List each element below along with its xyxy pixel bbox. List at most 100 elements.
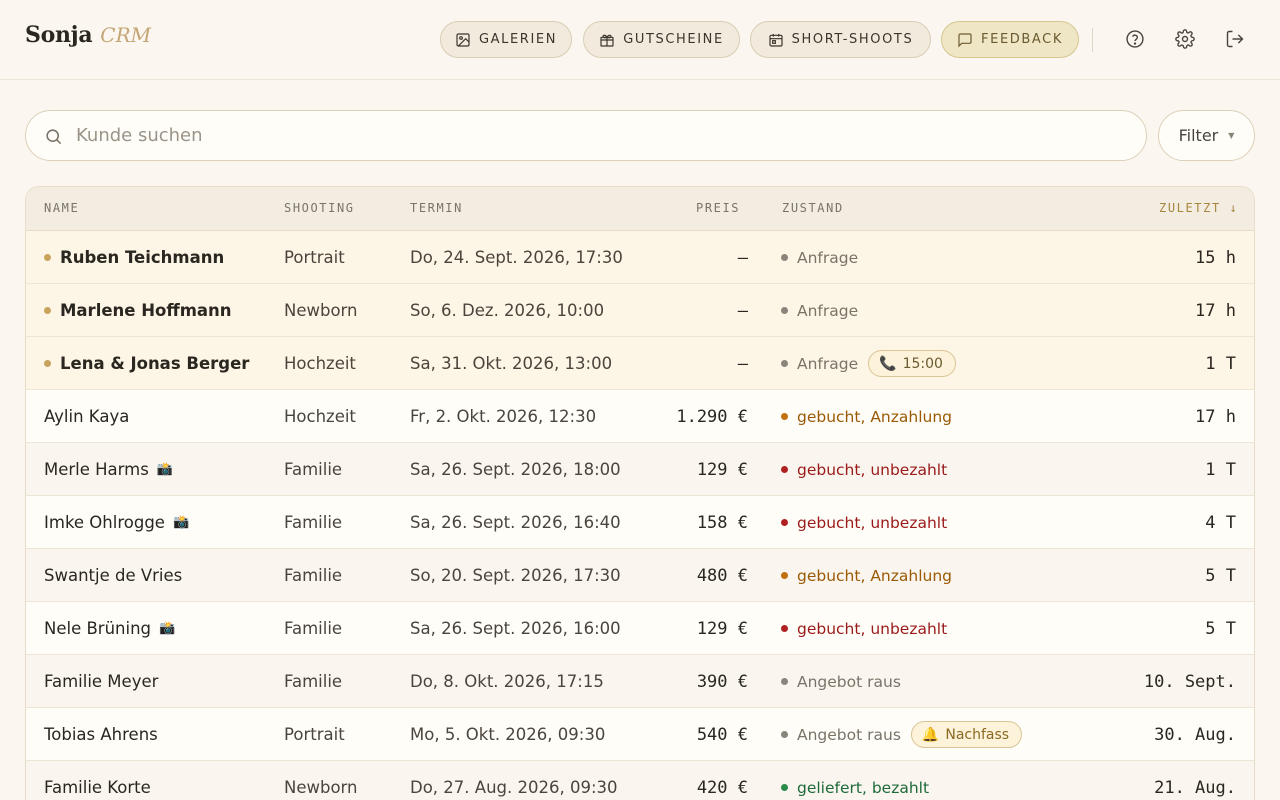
- cell-preis: 480 €: [696, 565, 748, 586]
- table-row[interactable]: Lena & Jonas Berger Hochzeit Sa, 31. Okt. …: [26, 337, 1254, 390]
- table-row[interactable]: Nele Brüning 📸 Familie Sa, 26. Sept. 2026, …: [26, 602, 1254, 655]
- nav-galerien-button[interactable]: GALERIEN: [440, 21, 572, 58]
- table-row[interactable]: Familie Korte Newborn Do, 27. Aug. 2026, 0…: [26, 761, 1254, 800]
- table-row[interactable]: Imke Ohlrogge 📸 Familie Sa, 26. Sept. 2026,…: [26, 496, 1254, 549]
- cell-shooting: Familie: [284, 513, 343, 532]
- cell-shooting: Newborn: [284, 778, 358, 797]
- cell-preis: 129 €: [696, 459, 748, 480]
- chip-label: 15:00: [902, 355, 943, 372]
- status-dot: [781, 784, 788, 791]
- cell-shooting: Familie: [284, 619, 343, 638]
- status-dot: [781, 413, 788, 420]
- chip-label: Nachfass: [945, 726, 1010, 743]
- call-reminder-chip[interactable]: 📞 15:00: [868, 350, 956, 377]
- camera-icon: 📸: [156, 462, 174, 477]
- phone-icon: 📞: [879, 355, 897, 372]
- cell-shooting: Portrait: [284, 725, 345, 744]
- cell-preis: 420 €: [696, 777, 748, 798]
- cell-name: Familie Korte: [44, 761, 151, 800]
- filter-label: Filter: [1178, 126, 1219, 145]
- cell-preis: —: [737, 247, 748, 268]
- cell-termin: Do, 27. Aug. 2026, 09:30: [410, 778, 618, 797]
- cell-zuletzt: 30. Aug.: [1154, 724, 1236, 745]
- column-header-shooting[interactable]: SHOOTING: [284, 201, 355, 215]
- customer-name: Merle Harms: [44, 460, 149, 479]
- cell-termin: Mo, 5. Okt. 2026, 09:30: [410, 725, 606, 744]
- nav-short-shoots-label: SHORT-SHOOTS: [791, 32, 914, 47]
- settings-button[interactable]: [1174, 28, 1196, 50]
- cell-name: Familie Meyer: [44, 655, 158, 708]
- column-header-preis[interactable]: PREIS: [696, 201, 740, 215]
- nav-short-shoots-button[interactable]: SHORT-SHOOTS: [750, 21, 931, 58]
- table-row[interactable]: Tobias Ahrens Portrait Mo, 5. Okt. 2026, 0…: [26, 708, 1254, 761]
- cell-zustand: Angebot raus 🔔 Nachfass: [781, 708, 1023, 761]
- customer-name: Familie Meyer: [44, 672, 159, 691]
- followup-chip[interactable]: 🔔 Nachfass: [910, 721, 1023, 748]
- customer-table: NAME SHOOTING TERMIN PREIS ZUSTAND ZULET…: [25, 186, 1255, 800]
- cell-preis: 158 €: [696, 512, 748, 533]
- cell-zustand: Anfrage: [781, 284, 858, 337]
- cell-name: Ruben Teichmann: [44, 231, 224, 284]
- cell-preis: —: [737, 300, 748, 321]
- table-row[interactable]: Marlene Hoffmann Newborn So, 6. Dez. 2026,…: [26, 284, 1254, 337]
- status-label: Anfrage: [797, 301, 859, 320]
- customer-name: Imke Ohlrogge: [44, 513, 165, 532]
- status-dot: [781, 625, 788, 632]
- cell-shooting: Familie: [284, 460, 343, 479]
- status-dot: [781, 466, 788, 473]
- cell-zuletzt: 1 T: [1205, 459, 1236, 480]
- customer-name: Ruben Teichmann: [60, 248, 225, 267]
- cell-termin: Sa, 26. Sept. 2026, 16:40: [410, 513, 621, 532]
- cell-zustand: gebucht, unbezahlt: [781, 496, 947, 549]
- cell-zustand: gebucht, Anzahlung: [781, 390, 952, 443]
- filter-dropdown[interactable]: Filter ▼: [1158, 110, 1255, 161]
- status-dot: [781, 307, 788, 314]
- cell-zustand: Anfrage: [781, 231, 858, 284]
- logout-button[interactable]: [1224, 28, 1246, 50]
- gift-icon: [600, 34, 614, 47]
- cell-zustand: gebucht, Anzahlung: [781, 549, 952, 602]
- bell-icon: 🔔: [921, 726, 940, 743]
- camera-icon: 📸: [159, 621, 176, 636]
- customer-name: Marlene Hoffmann: [60, 301, 232, 320]
- column-header-zustand[interactable]: ZUSTAND: [782, 201, 844, 215]
- cell-preis: 540 €: [696, 724, 748, 745]
- cell-zuletzt: 15 h: [1195, 247, 1236, 268]
- customer-name: Lena & Jonas Berger: [60, 354, 250, 373]
- search-input[interactable]: [76, 115, 1126, 156]
- cell-termin: Sa, 26. Sept. 2026, 16:00: [410, 619, 621, 638]
- status-dot: [781, 519, 788, 526]
- nav-feedback-button[interactable]: FEEDBACK: [941, 21, 1079, 58]
- cell-zustand: geliefert, bezahlt: [781, 761, 929, 800]
- status-label: Anfrage: [797, 354, 859, 373]
- table-row[interactable]: Merle Harms 📸 Familie Sa, 26. Sept. 2026, 1…: [26, 443, 1254, 496]
- search-icon: [46, 129, 62, 145]
- cell-zuletzt: 4 T: [1205, 512, 1236, 533]
- new-inquiry-dot: [44, 307, 51, 314]
- column-header-zuletzt[interactable]: ZULETZT ↓: [1159, 201, 1238, 215]
- cell-name: Swantje de Vries: [44, 549, 182, 602]
- nav-gutscheine-button[interactable]: GUTSCHEINE: [583, 21, 740, 58]
- image-icon: [456, 32, 470, 47]
- table-row[interactable]: Familie Meyer Familie Do, 8. Okt. 2026, 17…: [26, 655, 1254, 708]
- column-header-termin[interactable]: TERMIN: [410, 201, 463, 215]
- status-label: gebucht, Anzahlung: [797, 407, 952, 426]
- header-divider: [1092, 28, 1093, 52]
- table-row[interactable]: Swantje de Vries Familie So, 20. Sept. 202…: [26, 549, 1254, 602]
- app-logo[interactable]: Sonja CRM: [25, 22, 151, 48]
- top-bar: Sonja CRM GALERIEN GUTSCHEINE SHORT-SHOO…: [0, 0, 1280, 80]
- cell-zuletzt: 17 h: [1195, 300, 1236, 321]
- table-row[interactable]: Ruben Teichmann Portrait Do, 24. Sept. 202…: [26, 231, 1254, 284]
- logout-icon: [1226, 30, 1244, 48]
- cell-zuletzt: 21. Aug.: [1154, 777, 1236, 798]
- cell-zustand: gebucht, unbezahlt: [781, 443, 947, 496]
- table-row[interactable]: Aylin Kaya Hochzeit Fr, 2. Okt. 2026, 12:3…: [26, 390, 1254, 443]
- column-header-name[interactable]: NAME: [44, 201, 79, 215]
- settings-icon: [1175, 29, 1195, 49]
- cell-preis: 129 €: [696, 618, 748, 639]
- calendar-icon: [769, 33, 783, 47]
- cell-zustand: Angebot raus: [781, 655, 901, 708]
- cell-shooting: Familie: [284, 672, 343, 691]
- help-button[interactable]: [1124, 28, 1146, 50]
- nav-feedback-label: FEEDBACK: [981, 32, 1063, 47]
